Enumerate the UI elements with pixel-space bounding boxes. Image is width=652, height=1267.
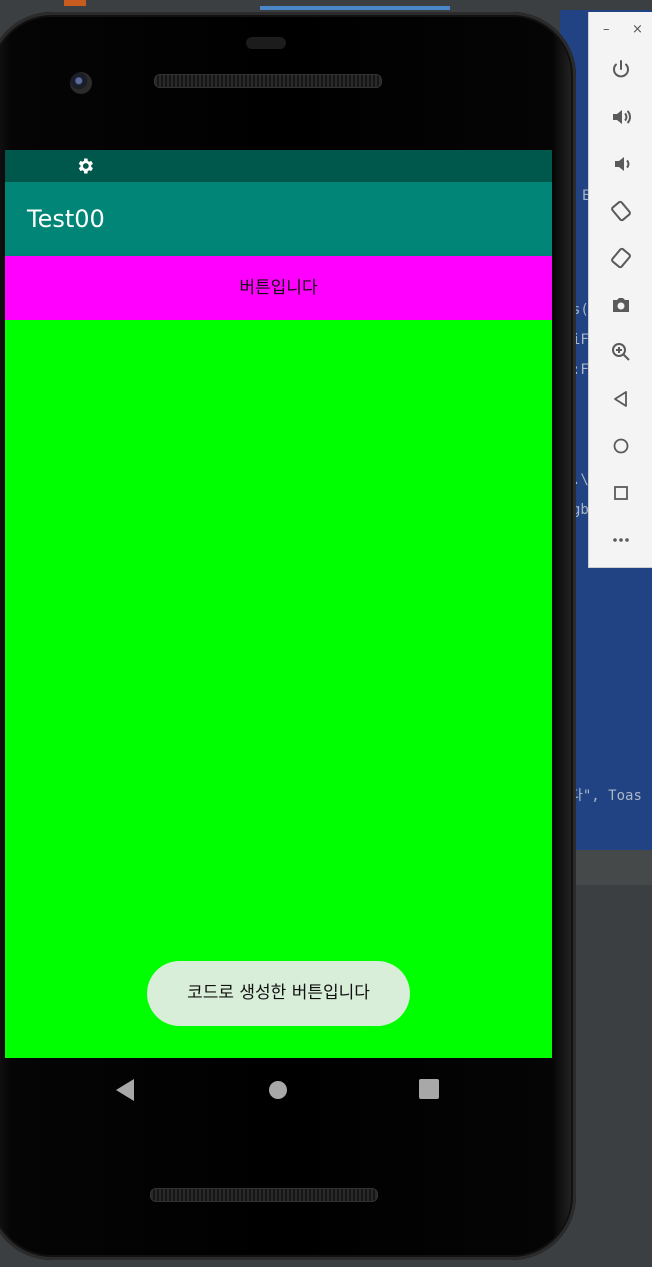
phone-screen: Test00 버튼입니다 코드로 생성한 버튼입니다 <box>5 150 552 1058</box>
zoom-icon[interactable] <box>609 340 633 364</box>
camera-icon[interactable] <box>609 293 633 317</box>
main-button[interactable]: 버튼입니다 <box>5 256 552 320</box>
phone-speaker-top <box>154 74 382 88</box>
phone-speaker-bottom <box>150 1188 378 1202</box>
toast-message: 코드로 생성한 버튼입니다 <box>147 961 410 1026</box>
ide-top-bar <box>0 0 652 10</box>
app-title: Test00 <box>27 205 105 233</box>
more-icon[interactable] <box>609 528 633 552</box>
ide-active-tab-indicator <box>260 6 450 10</box>
rotate-right-icon[interactable] <box>609 246 633 270</box>
phone-camera <box>70 72 92 94</box>
volume-down-icon[interactable] <box>609 152 633 176</box>
nav-recents-icon[interactable] <box>419 1079 439 1099</box>
rotate-left-icon[interactable] <box>609 199 633 223</box>
minimize-button[interactable]: – <box>603 22 610 38</box>
close-button[interactable]: × <box>632 22 643 38</box>
status-bar <box>5 150 552 182</box>
back-icon[interactable] <box>609 387 633 411</box>
volume-up-icon[interactable] <box>609 105 633 129</box>
emulator-toolbar: – × <box>588 12 652 568</box>
nav-home-icon[interactable] <box>269 1081 287 1099</box>
power-icon[interactable] <box>609 58 633 82</box>
phone-sensor <box>246 37 286 49</box>
app-toolbar: Test00 <box>5 182 552 256</box>
nav-back-icon[interactable] <box>116 1079 134 1101</box>
content-area <box>5 320 552 1058</box>
overview-icon[interactable] <box>609 481 633 505</box>
home-icon[interactable] <box>609 434 633 458</box>
main-button-label: 버튼입니다 <box>239 278 318 297</box>
ide-code-fragment: 다", Toas <box>570 788 642 804</box>
settings-gear-icon <box>75 156 95 176</box>
ide-tab-marker <box>64 0 86 6</box>
